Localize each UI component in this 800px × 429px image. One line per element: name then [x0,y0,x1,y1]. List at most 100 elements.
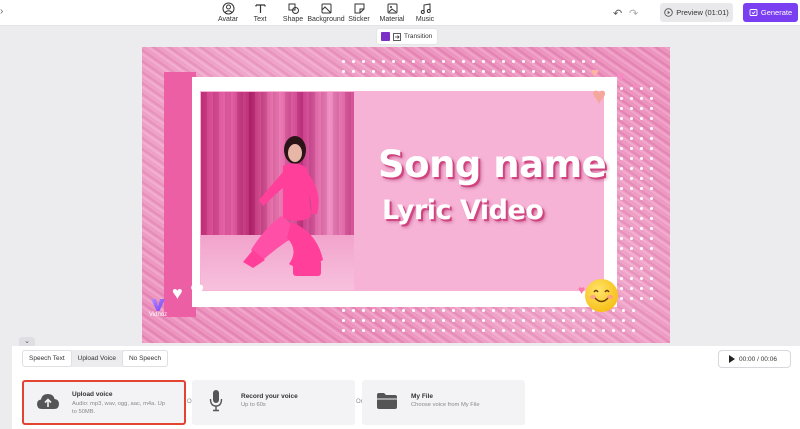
preview-button[interactable]: Preview (01:01) [660,3,733,22]
decor-dot [650,157,653,160]
decor-dot [650,247,653,250]
decor-dot [392,329,395,332]
decor-dot [502,309,505,312]
decor-dot [620,187,623,190]
decor-dot [512,60,515,63]
decor-dot [620,87,623,90]
decor-dot [452,319,455,322]
upload-voice-card[interactable]: Upload voice Audio: mp3, wav, ogg, aac, … [22,380,186,425]
decor-dot [582,70,585,73]
decor-dot [630,227,633,230]
decor-dot [630,127,633,130]
decor-dot [640,297,643,300]
decor-dot [650,227,653,230]
decor-dot [522,60,525,63]
brand-name: Vidnoz [148,312,168,318]
decor-dot [372,329,375,332]
decor-dot [542,70,545,73]
decor-dot [462,70,465,73]
decor-dot [552,70,555,73]
decor-dot [462,319,465,322]
decor-dot [630,137,633,140]
decor-dot [532,70,535,73]
decor-dot [482,60,485,63]
decor-dot [572,329,575,332]
decor-dot [412,309,415,312]
song-subtitle-text[interactable]: Lyric Video [382,195,544,226]
collapse-panel-button[interactable]: ⌄ [19,337,35,346]
decor-dot [412,319,415,322]
heart-icon: ♥ [190,277,205,304]
undo-icon[interactable]: ↶ [613,7,622,20]
audio-player[interactable]: 00:00 / 00:06 [718,350,791,368]
decor-dot [522,319,525,322]
decor-dot [512,309,515,312]
decor-dot [362,309,365,312]
decor-dot [472,60,475,63]
tab-speech-text[interactable]: Speech Text [22,350,72,367]
decor-dot [472,319,475,322]
decor-dot [542,309,545,312]
decor-dot [620,257,623,260]
transition-label: Transition [404,33,433,40]
decor-dot [362,319,365,322]
my-file-card[interactable]: My File Choose voice from My File [362,380,525,425]
decor-dot [650,197,653,200]
redo-icon[interactable]: ↷ [629,7,638,20]
microphone-icon [209,390,223,412]
record-voice-card[interactable]: Record your voice Up to 60s [192,380,355,425]
decor-dot [402,309,405,312]
decor-dot [522,70,525,73]
voice-panel: Speech Text Upload Voice No Speech 00:00… [12,346,800,429]
decor-dot [630,117,633,120]
transition-color-swatch[interactable] [381,32,390,41]
transition-control[interactable]: Transition [377,29,437,44]
video-canvas[interactable]: Song name Lyric Video ♥ ♥ ♥ ♥ ♥ ♥ ♥ ♥ Vi… [142,47,670,343]
decor-dot [632,319,635,322]
decor-dot [442,70,445,73]
decor-dot [482,309,485,312]
decor-dot [620,287,623,290]
music-tool[interactable]: Music [405,2,445,24]
tab-no-speech[interactable]: No Speech [121,350,169,367]
sticker-icon [354,3,364,14]
heart-icon: ♥ [616,69,626,86]
avatar-icon [222,2,234,15]
decor-dot [402,60,405,63]
decor-dot [452,70,455,73]
play-icon[interactable] [729,355,735,363]
decor-dot [650,277,653,280]
decor-dot [650,177,653,180]
decor-dot [552,60,555,63]
decor-dot [342,319,345,322]
tab-upload-voice[interactable]: Upload Voice [72,350,122,367]
background-icon [321,3,331,14]
heart-icon: ♥ [172,283,183,303]
decor-dot [512,329,515,332]
decor-dot [630,157,633,160]
decor-dot [640,107,643,110]
decor-dot [650,237,653,240]
decor-dot [630,247,633,250]
decor-dot [620,167,623,170]
decor-dot [650,297,653,300]
decor-dot [612,319,615,322]
decor-dot [452,329,455,332]
singer-photo[interactable] [201,92,354,290]
decor-dot [342,329,345,332]
generate-button[interactable]: Generate [743,3,798,22]
brand-watermark: Vidnoz [146,299,170,318]
top-toolbar: › Avatar Text Shape Background Sticker M… [0,0,800,26]
decor-dot [362,60,365,63]
decor-dot [620,97,623,100]
decor-dot [640,197,643,200]
decor-dot [562,309,565,312]
decor-dot [650,217,653,220]
song-title-text[interactable]: Song name [378,143,607,186]
decor-dot [382,70,385,73]
decor-dot [650,267,653,270]
folder-icon [377,393,397,409]
decor-dot [542,329,545,332]
decor-dot [442,309,445,312]
back-icon[interactable]: › [0,6,6,18]
